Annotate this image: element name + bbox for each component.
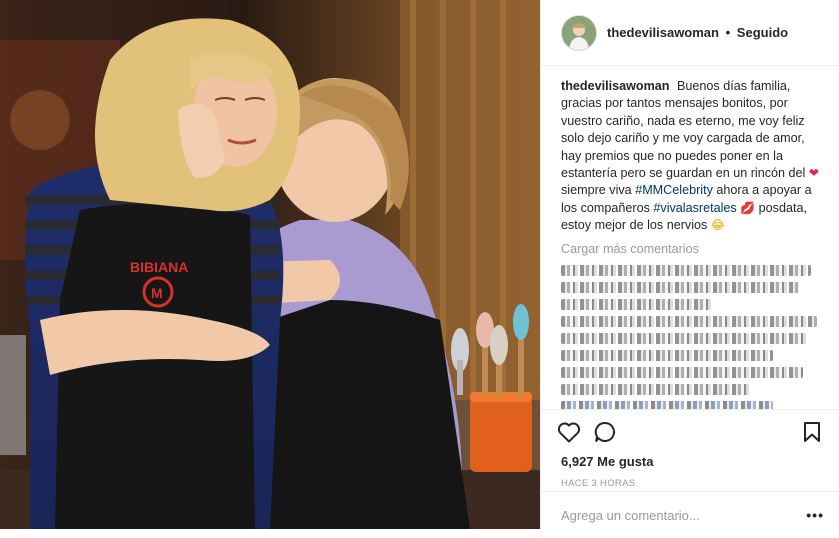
pixelated-comments [561, 264, 825, 409]
action-bar: 6,927 Me gusta HACE 3 HORAS [541, 409, 839, 489]
avatar[interactable] [561, 14, 597, 51]
laughing-emoji-icon: 😂 [710, 218, 725, 233]
pixelated-comment-line [561, 400, 773, 409]
post-photo[interactable]: BIBIANA M [0, 0, 540, 529]
hashtag-link-vivalasretales[interactable]: #vivalasretales [653, 201, 736, 215]
header-text: thedevilisawoman • Seguido [607, 25, 788, 40]
hashtag-link-mmcelebrity[interactable]: #MMCelebrity [635, 183, 713, 197]
action-icons [557, 420, 824, 444]
post-caption: thedevilisawoman Buenos días familia, gr… [561, 78, 825, 235]
pixelated-comment-line [561, 383, 751, 395]
comment-input[interactable] [561, 507, 807, 523]
load-more-comments-button[interactable]: Cargar más comentarios [561, 242, 825, 256]
pixelated-comment-line [561, 366, 803, 378]
caption-text-1: Buenos días familia, gracias por tantos … [561, 79, 806, 181]
caption-username-link[interactable]: thedevilisawoman [561, 79, 669, 93]
svg-text:M: M [151, 285, 163, 301]
follow-status-button[interactable]: Seguido [737, 25, 788, 40]
kiss-mark-emoji-icon: 💋 [740, 200, 756, 215]
pixelated-comment-line [561, 332, 807, 344]
pixelated-comment-line [561, 264, 811, 276]
ellipsis-icon[interactable]: ••• [806, 507, 824, 523]
add-comment-bar: ••• [541, 491, 839, 538]
separator-dot: • [725, 25, 731, 40]
pixelated-comment-line [561, 281, 799, 293]
pixelated-comment-line [561, 298, 711, 310]
caption-text-2: siempre viva [561, 183, 632, 198]
post-header: thedevilisawoman • Seguido [541, 0, 839, 66]
comments-section: thedevilisawoman Buenos días familia, gr… [541, 66, 839, 409]
heart-outline-icon[interactable] [557, 420, 581, 444]
pixelated-comment-line [561, 315, 817, 327]
speech-bubble-icon[interactable] [593, 420, 617, 444]
post-timestamp[interactable]: HACE 3 HORAS [557, 478, 824, 489]
svg-text:BIBIANA: BIBIANA [130, 259, 188, 275]
photo-illustration: BIBIANA M [0, 0, 540, 529]
pixelated-comment-line [561, 349, 773, 361]
post-details-panel: thedevilisawoman • Seguido thedevilisawo… [540, 0, 839, 538]
likes-count-button[interactable]: 6,927 Me gusta [557, 454, 824, 469]
red-heart-emoji-icon: ❤ [808, 166, 819, 181]
username-link[interactable]: thedevilisawoman [607, 25, 719, 40]
bookmark-icon[interactable] [800, 420, 824, 444]
